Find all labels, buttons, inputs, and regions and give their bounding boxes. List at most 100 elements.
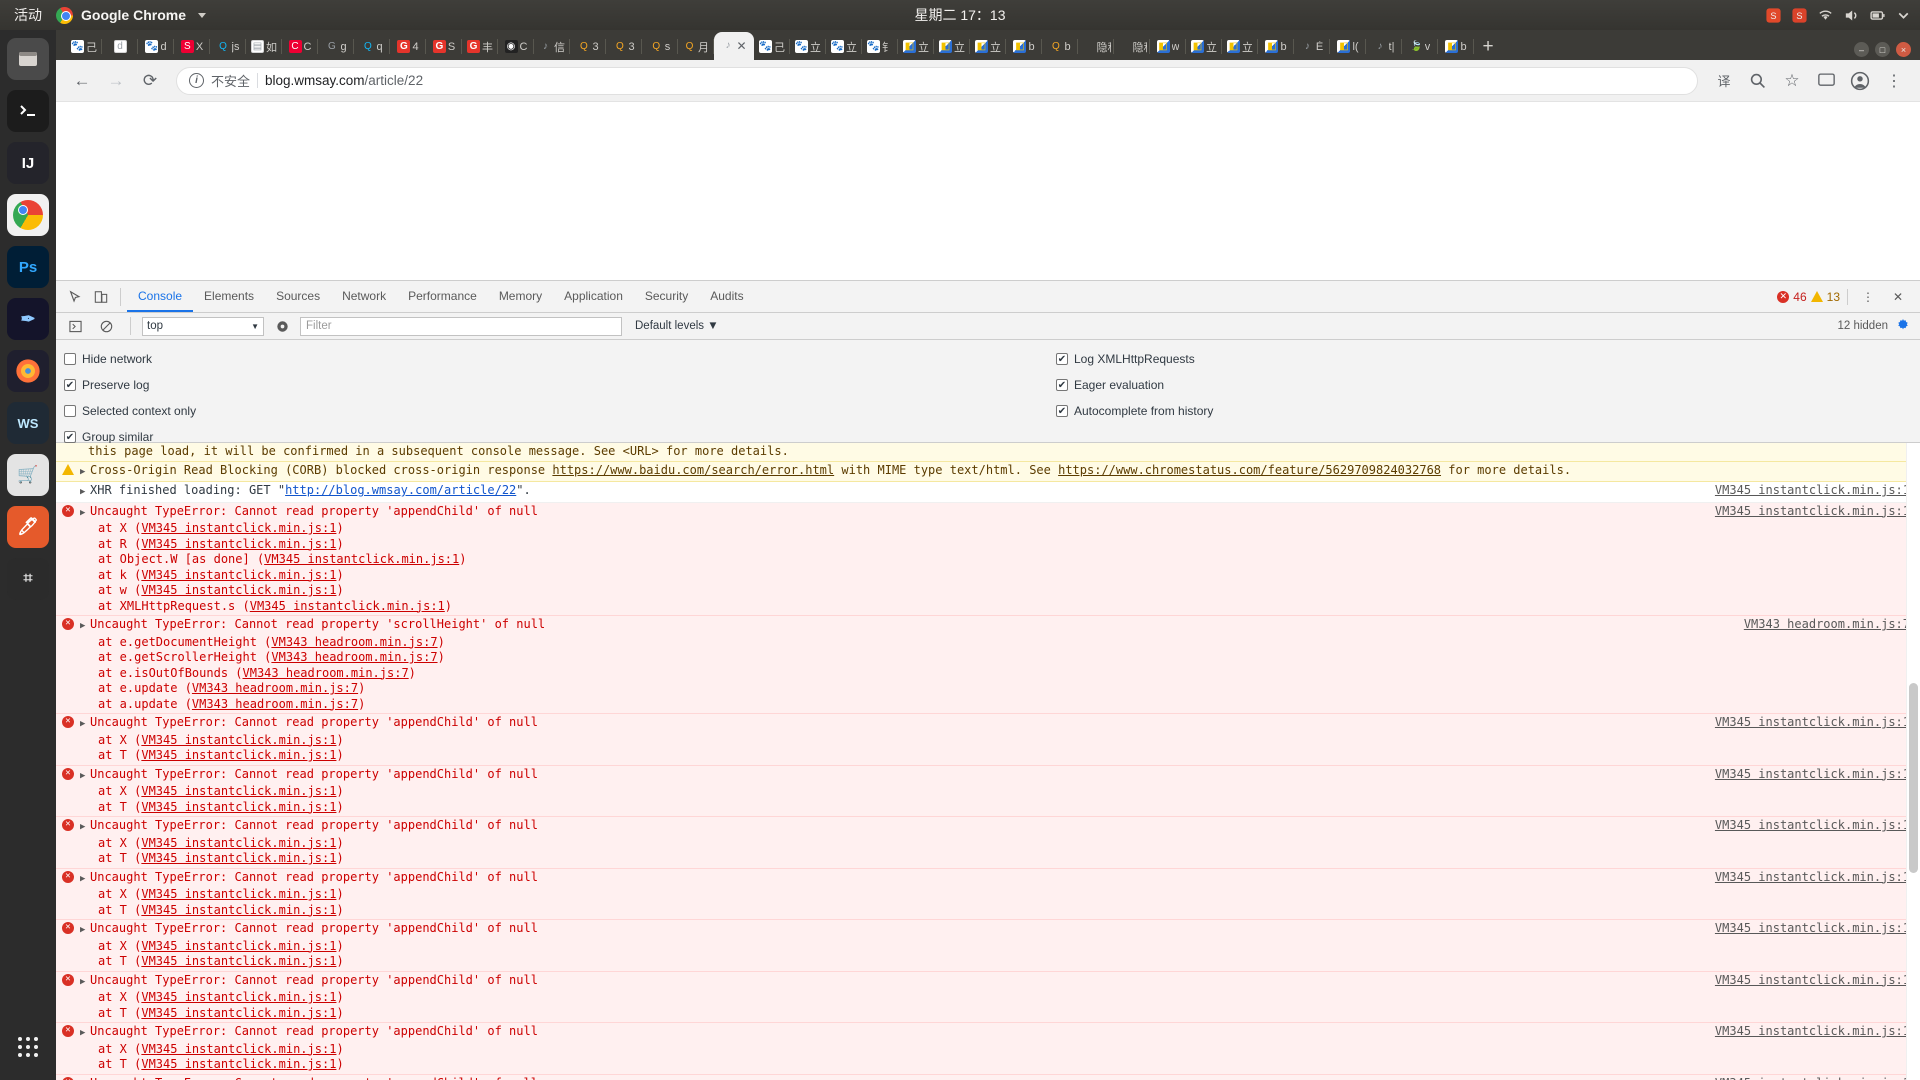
browser-tab[interactable]: Qq (354, 33, 390, 60)
close-window-button[interactable]: × (1896, 42, 1911, 57)
browser-tab[interactable]: ◧ 立 (1222, 33, 1258, 60)
stack-frame-link[interactable]: VM345 instantclick.min.js:1 (250, 599, 445, 613)
checkbox-icon[interactable]: ✔ (1056, 379, 1068, 391)
stack-frame-link[interactable]: VM345 instantclick.min.js:1 (141, 1042, 336, 1056)
dock-item-software-center[interactable]: 🛒 (7, 454, 49, 496)
browser-tab[interactable]: 隐私 (1078, 33, 1114, 60)
browser-tab[interactable]: ◧ b (1006, 33, 1042, 60)
stack-frame-link[interactable]: VM345 instantclick.min.js:1 (141, 1057, 336, 1071)
stack-frame-link[interactable]: VM345 instantclick.min.js:1 (141, 954, 336, 968)
devtools-tab-performance[interactable]: Performance (397, 281, 488, 312)
dock-item-firefox[interactable] (7, 350, 49, 392)
browser-tab[interactable]: ♪ È (1294, 33, 1330, 60)
expand-arrow-icon[interactable]: ▶ (80, 617, 90, 635)
error-count-badge[interactable]: ✕ 46 (1777, 290, 1807, 304)
clock[interactable]: 星期二 17：13 (0, 5, 1920, 25)
setting-preserve-log[interactable]: ✔ Preserve log (64, 372, 196, 398)
console-message-warning[interactable]: ▶ Cross-Origin Read Blocking (CORB) block… (56, 461, 1920, 482)
stack-frame-link[interactable]: VM345 instantclick.min.js:1 (141, 733, 336, 747)
browser-tab[interactable]: Q3 (570, 33, 606, 60)
log-source-link[interactable]: VM345 instantclick.min.js:1 (1715, 767, 1920, 783)
stack-frame-link[interactable]: VM343 headroom.min.js:7 (271, 635, 437, 649)
setting-eager-evaluation[interactable]: ✔ Eager evaluation (1056, 372, 1213, 398)
log-source-link[interactable]: VM345 instantclick.min.js:1 (1715, 973, 1920, 989)
stack-frame-link[interactable]: VM343 headroom.min.js:7 (192, 697, 358, 711)
expand-arrow-icon[interactable]: ▶ (80, 767, 90, 785)
console-message-error[interactable]: ✕ ▶Uncaught TypeError: Cannot read proper… (56, 817, 1920, 869)
cast-icon[interactable] (1810, 65, 1842, 97)
devtools-tab-sources[interactable]: Sources (265, 281, 331, 312)
expand-arrow-icon[interactable]: ▶ (80, 818, 90, 836)
chrome-menu-button[interactable]: ⋮ (1878, 65, 1910, 97)
setting-log-xmlhttprequests[interactable]: ✔ Log XMLHttpRequests (1056, 346, 1213, 372)
address-bar[interactable]: i 不安全 blog.wmsay.com/article/22 (176, 66, 1698, 95)
console-message-list[interactable]: this page load, it will be confirmed in … (56, 443, 1920, 1080)
log-source-link[interactable]: VM345 instantclick.min.js:1 (1715, 504, 1920, 520)
battery-icon[interactable] (1869, 7, 1886, 24)
device-toolbar-icon[interactable] (88, 284, 114, 310)
maximize-window-button[interactable]: □ (1875, 42, 1890, 57)
browser-tab[interactable]: CC (282, 33, 318, 60)
log-source-link[interactable]: VM343 headroom.min.js:7 (1744, 617, 1920, 633)
gear-icon[interactable] (1896, 318, 1910, 335)
dock-item-terminal[interactable] (7, 90, 49, 132)
stack-frame-link[interactable]: VM345 instantclick.min.js:1 (141, 1006, 336, 1020)
checkbox-icon[interactable]: ✔ (1056, 405, 1068, 417)
minimize-window-button[interactable]: – (1854, 42, 1869, 57)
stack-frame-link[interactable]: VM345 instantclick.min.js:1 (141, 836, 336, 850)
stack-frame-link[interactable]: VM345 instantclick.min.js:1 (141, 537, 336, 551)
browser-tab[interactable]: 🍃 v (1402, 33, 1438, 60)
console-message-error[interactable]: ✕ ▶Uncaught TypeError: Cannot read proper… (56, 502, 1920, 616)
stack-frame-link[interactable]: VM345 instantclick.min.js:1 (141, 748, 336, 762)
dock-item-navicat[interactable]: ✒ (7, 298, 49, 340)
show-applications-button[interactable] (7, 1026, 49, 1068)
inspect-element-icon[interactable] (62, 284, 88, 310)
browser-tab[interactable]: Gg (318, 33, 354, 60)
checkbox-icon[interactable]: ✔ (64, 379, 76, 391)
devtools-tab-audits[interactable]: Audits (699, 281, 754, 312)
stack-frame-link[interactable]: VM345 instantclick.min.js:1 (141, 800, 336, 814)
devtools-more-button[interactable]: ⋮ (1855, 284, 1881, 310)
dock-item-photoshop[interactable]: Ps (7, 246, 49, 288)
log-source-link[interactable]: VM345 instantclick.min.js:1 (1715, 870, 1920, 886)
browser-tab[interactable]: ◧ w (1150, 33, 1186, 60)
browser-tab[interactable]: ◧ 立 (934, 33, 970, 60)
sogou-s-icon[interactable]: S (1791, 7, 1808, 24)
log-source-link[interactable]: VM345 instantclick.min.js:1 (1715, 1024, 1920, 1040)
console-message-info[interactable]: ▶ XHR finished loading: GET "http://blog.… (56, 482, 1920, 503)
expand-arrow-icon[interactable]: ▶ (80, 870, 90, 888)
reload-button[interactable]: ⟳ (134, 65, 166, 97)
devtools-tab-security[interactable]: Security (634, 281, 699, 312)
checkbox-icon[interactable]: ✔ (1056, 353, 1068, 365)
zoom-icon[interactable] (1742, 65, 1774, 97)
browser-tab[interactable]: Qb (1042, 33, 1078, 60)
expand-arrow-icon[interactable]: ▶ (80, 1024, 90, 1042)
browser-tab[interactable]: 🐾 己 (66, 33, 102, 60)
stack-frame-link[interactable]: VM345 instantclick.min.js:1 (141, 583, 336, 597)
dock-item-intellij-idea[interactable]: IJ (7, 142, 49, 184)
log-source-link[interactable]: VM345 instantclick.min.js:1 (1715, 715, 1920, 731)
log-link[interactable]: https://www.chromestatus.com/feature/562… (1058, 463, 1441, 477)
stack-frame-link[interactable]: VM345 instantclick.min.js:1 (141, 521, 336, 535)
browser-tab[interactable]: ▤ 如 (246, 33, 282, 60)
dock-item-google-chrome[interactable] (7, 194, 49, 236)
browser-tab[interactable]: Qs (642, 33, 678, 60)
browser-tab[interactable]: Q3 (606, 33, 642, 60)
console-message-error[interactable]: ✕ ▶Uncaught TypeError: Cannot read proper… (56, 868, 1920, 920)
console-sidebar-toggle-icon[interactable] (62, 313, 88, 339)
stack-frame-link[interactable]: VM345 instantclick.min.js:1 (141, 990, 336, 1004)
log-source-link[interactable]: VM345 instantclick.min.js:1 (1715, 1076, 1920, 1080)
browser-tab[interactable]: 🐾 己 (754, 33, 790, 60)
devtools-tab-memory[interactable]: Memory (488, 281, 553, 312)
live-expression-icon[interactable] (269, 313, 295, 339)
execution-context-select[interactable]: top ▼ (142, 316, 264, 336)
browser-tab[interactable]: ◧ 立 (1186, 33, 1222, 60)
expand-arrow-icon[interactable]: ▶ (80, 973, 90, 991)
console-message-error[interactable]: ✕ ▶Uncaught TypeError: Cannot read proper… (56, 1074, 1920, 1080)
browser-tab-active[interactable]: ♪ ✕ (714, 32, 754, 60)
stack-frame-link[interactable]: VM345 instantclick.min.js:1 (141, 851, 336, 865)
browser-tab[interactable]: G丰 (462, 33, 498, 60)
console-message-error[interactable]: ✕ ▶Uncaught TypeError: Cannot read proper… (56, 714, 1920, 766)
checkbox-icon[interactable]: ✔ (64, 431, 76, 443)
browser-tab[interactable]: GS (426, 33, 462, 60)
